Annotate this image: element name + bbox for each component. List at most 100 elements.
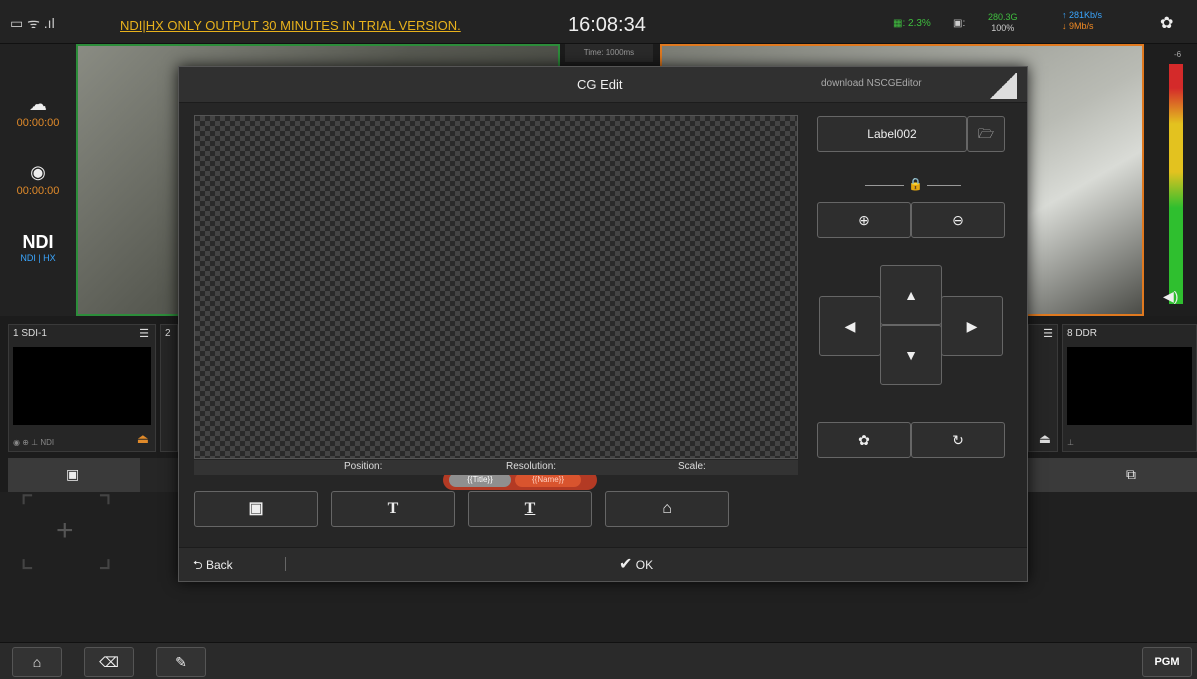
cpu-usage: ▦: 2.3% [893, 18, 931, 29]
pgm-button[interactable]: PGM [1142, 647, 1192, 677]
cpu-value: 2.3% [908, 18, 931, 29]
move-left-button[interactable]: ◀ [819, 296, 881, 356]
arrow-left-icon: ◀ [844, 318, 856, 334]
meter-top-label: -6 [1174, 50, 1182, 59]
refresh-icon: ↻ [952, 432, 964, 448]
position-label: Position: [344, 461, 383, 472]
source-footer-icons: ◉ ⊕ ⊥ NDI [13, 438, 55, 447]
speaker-icon[interactable]: ◀) [1163, 288, 1178, 305]
library-icon: ⌂ [662, 500, 672, 517]
list-icon[interactable]: ☰ [1043, 327, 1053, 340]
source-label: 8 DDR [1067, 328, 1098, 339]
download-editor-link[interactable]: download NSCGEditor [821, 78, 922, 89]
ndi-logo: NDI [22, 232, 54, 252]
net-down: ↓ 9Mb/s [1062, 21, 1094, 31]
add-text-button[interactable]: T [331, 491, 455, 527]
move-up-button[interactable]: ▲ [880, 265, 942, 325]
upload-icon[interactable]: ⏏ [1039, 431, 1051, 447]
cg-edit-dialog: CG Edit download NSCGEditor {{Title}} {{… [178, 66, 1028, 582]
ndi-hx-label: NDI | HX [20, 253, 56, 263]
lock-icon[interactable]: 🔒 [904, 177, 927, 191]
clock: 16:08:34 [568, 14, 646, 36]
gear-icon: ✿ [858, 432, 870, 448]
label-name-field[interactable]: Label002 [817, 116, 967, 152]
resolution-label: Resolution: [506, 461, 557, 472]
text-underline-icon: T [524, 500, 536, 517]
gear-icon[interactable]: ✿ [1160, 13, 1173, 33]
transition-time[interactable]: Time: 1000ms [565, 44, 653, 62]
record-time: 00:00:00 [16, 185, 60, 197]
arrow-right-icon: ▶ [966, 318, 978, 334]
zoom-in-button[interactable]: ⊕ [817, 202, 911, 238]
zoom-out-button[interactable]: ⊖ [911, 202, 1005, 238]
source-tile-2[interactable]: 2 [160, 324, 178, 452]
source-tile-8[interactable]: 8 DDR ⊥ [1062, 324, 1197, 452]
check-icon: ✔ [619, 556, 633, 573]
ok-label: OK [635, 558, 654, 572]
arrow-down-icon: ▼ [904, 347, 918, 363]
reset-button[interactable]: ↻ [911, 422, 1005, 458]
resize-corner-icon[interactable] [989, 73, 1017, 99]
image-icon: ▣ [248, 500, 264, 517]
tab-overlay[interactable]: ⧉ [1028, 458, 1197, 492]
app-window: ▭ ᯤ .ıl NDI|HX ONLY OUTPUT 30 MINUTES IN… [0, 0, 1197, 679]
source-footer-icons: ⊥ [1067, 438, 1074, 447]
source-tile-1[interactable]: 1 SDI-1 ☰ ◉ ⊕ ⊥ NDI ⏏ [8, 324, 156, 452]
source-video [13, 347, 151, 425]
upload-icon[interactable]: ⏏ [137, 431, 149, 447]
dialog-title: CG Edit [577, 77, 623, 92]
bottom-toolbar: ⌂ ⌫ ✎ PGM [0, 642, 1197, 679]
open-folder-icon[interactable]: 🗁 [967, 116, 1005, 152]
cg-canvas[interactable]: {{Title}} {{Name}} [194, 115, 798, 490]
zoom-in-icon: ⊕ [858, 212, 870, 228]
record-icon: ◉ [30, 162, 46, 182]
back-label: Back [205, 558, 233, 572]
stream-time: 00:00:00 [16, 117, 60, 129]
trial-notice-link[interactable]: NDI|HX ONLY OUTPUT 30 MINUTES IN TRIAL V… [120, 18, 461, 33]
overlay-icon: ⧉ [1126, 466, 1136, 482]
lower-third-title: {{Title}} [449, 473, 511, 487]
left-rail: ☁ 00:00:00 ◉ 00:00:00 NDI NDI | HX [0, 44, 76, 316]
lower-third-name: {{Name}} [515, 473, 581, 487]
tab-spacer [140, 458, 180, 492]
cloud-icon: ☁ [29, 94, 47, 114]
image-icon: ▣ [66, 466, 80, 482]
audio-meter-rail: -6 ◀) [1144, 44, 1197, 316]
move-down-button[interactable]: ▼ [880, 325, 942, 385]
source-header: 2 [161, 325, 177, 345]
tab-image[interactable]: ▣ [8, 458, 140, 492]
back-button[interactable]: ⮌ Back [193, 556, 233, 577]
list-icon[interactable]: ☰ [139, 327, 149, 340]
network-stats: ↑ 281Kb/s ↓ 9Mb/s [1062, 10, 1102, 32]
ok-button[interactable]: ✔ OK [619, 554, 653, 574]
disk-stats: 280.3G 100% [988, 12, 1018, 34]
move-right-button[interactable]: ▶ [941, 296, 1003, 356]
edit-button[interactable]: ✎ [156, 647, 206, 677]
corner-bl: ⌞ [20, 541, 35, 574]
status-bar: ▭ ᯤ .ıl NDI|HX ONLY OUTPUT 30 MINUTES IN… [0, 0, 1197, 44]
disk-pct: 100% [991, 23, 1015, 33]
footer-divider [285, 557, 286, 571]
scale-label: Scale: [678, 461, 706, 472]
add-image-button[interactable]: ▣ [194, 491, 318, 527]
disk-icon: ▣: [953, 18, 966, 29]
corner-tr: ⌝ [98, 491, 113, 524]
signal-icons: ▭ ᯤ .ıl [10, 15, 55, 31]
settings-button[interactable]: ✿ [817, 422, 911, 458]
canvas-info-bar: Position: Resolution: Scale: [194, 460, 798, 475]
library-button[interactable]: ⌂ [12, 647, 62, 677]
add-subtitle-button[interactable]: T [468, 491, 592, 527]
source-tile-7[interactable]: ☰ ⏏ [1028, 324, 1058, 452]
source-header: 1 SDI-1 ☰ [9, 325, 155, 345]
source-label: 1 SDI-1 [13, 328, 47, 339]
back-arrow-icon: ⮌ [193, 558, 203, 572]
zoom-out-icon: ⊖ [952, 212, 964, 228]
delete-button[interactable]: ⌫ [84, 647, 134, 677]
library-button[interactable]: ⌂ [605, 491, 729, 527]
dialog-footer: ⮌ Back ✔ OK [179, 547, 1027, 581]
net-up: ↑ 281Kb/s [1062, 10, 1103, 20]
stream-control[interactable]: ☁ 00:00:00 [0, 94, 76, 129]
add-layer-target[interactable]: ⌜ ⌝ + ⌞ ⌟ [20, 491, 116, 574]
record-control[interactable]: ◉ 00:00:00 [0, 162, 76, 197]
ndi-control[interactable]: NDI NDI | HX [0, 232, 76, 263]
